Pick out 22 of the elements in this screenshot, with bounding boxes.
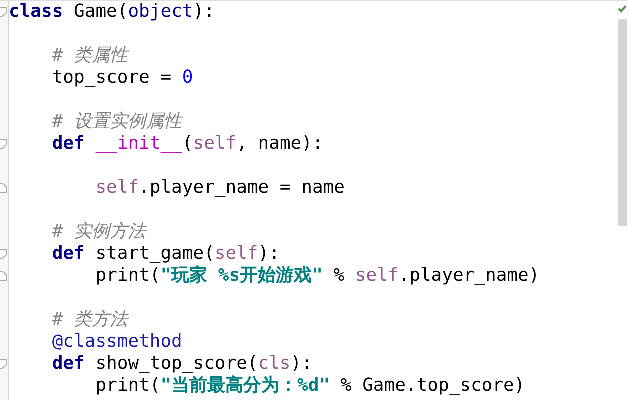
code-editor[interactable]: [0, 0, 628, 400]
code-line: # 设置实例属性: [52, 111, 182, 133]
code-line: # 类属性: [52, 45, 128, 67]
code-line: def start_game(self):: [52, 243, 280, 265]
code-line: def __init__(self, name):: [52, 133, 324, 155]
fold-marker-icon[interactable]: [0, 271, 7, 281]
fold-marker-icon[interactable]: [0, 249, 7, 259]
code-line: def show_top_score(cls):: [52, 353, 312, 375]
fold-marker-icon[interactable]: [0, 139, 7, 149]
code-line: print("玩家 %s开始游戏" % self.player_name): [96, 265, 540, 287]
code-line: class Game(object):: [9, 1, 215, 23]
code-line: # 实例方法: [52, 221, 146, 243]
code-line: self.player_name = name: [96, 177, 345, 199]
fold-marker-icon[interactable]: [0, 359, 7, 369]
fold-marker-icon[interactable]: [0, 183, 7, 193]
fold-marker-icon[interactable]: [0, 7, 7, 17]
code-line: print("当前最高分为：%d" % Game.top_score): [96, 375, 526, 397]
code-line: @classmethod: [52, 331, 182, 353]
scrollbar-thumb[interactable]: [618, 19, 626, 226]
check-icon: [618, 5, 626, 13]
code-line: top_score = 0: [52, 67, 194, 89]
code-line: # 类方法: [52, 309, 128, 331]
